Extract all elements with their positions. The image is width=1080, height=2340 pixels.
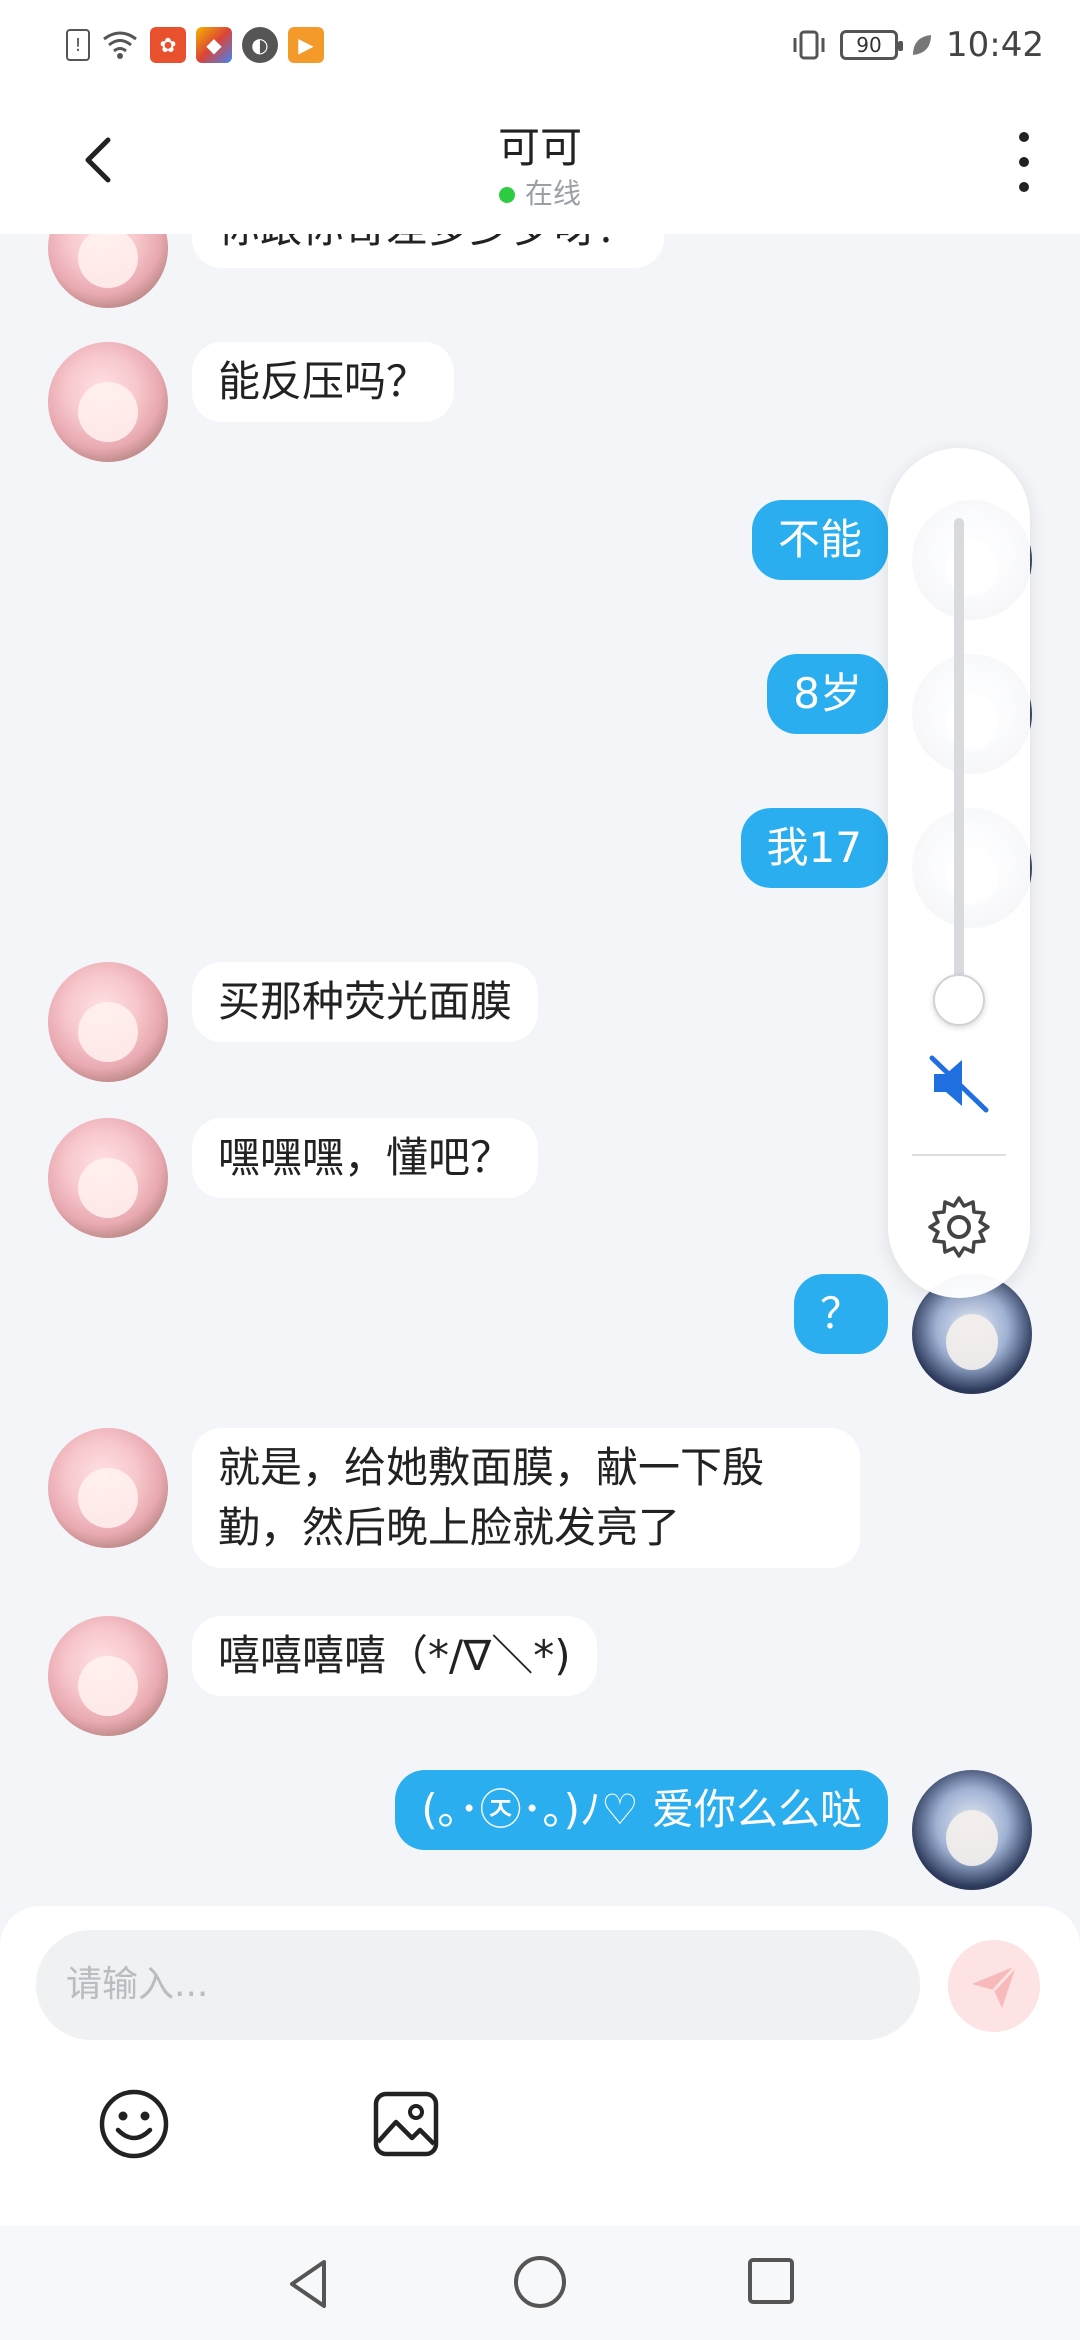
status-bar-system: 90 10:42: [790, 25, 1044, 65]
circle-home-icon: [514, 2256, 566, 2308]
nav-back-button[interactable]: [280, 2254, 340, 2314]
volume-panel: [888, 448, 1030, 1298]
sound-settings-button[interactable]: [926, 1194, 992, 1260]
message-row: (｡･㉨･｡)ﾉ♡ 爱你么么哒: [0, 1770, 1080, 1900]
message-bubble-received[interactable]: 买那种荧光面膜: [192, 962, 539, 1042]
contact-name: 可可: [497, 123, 582, 172]
send-icon: [972, 1964, 1018, 2008]
message-bubble-sent[interactable]: 8岁: [767, 654, 888, 734]
volume-panel-divider: [912, 1154, 1006, 1156]
contact-avatar[interactable]: [48, 1428, 168, 1548]
message-bubble-received[interactable]: 嘻嘻嘻嘻（*/∇＼*): [192, 1616, 597, 1696]
contact-avatar[interactable]: [48, 234, 168, 308]
chat-screen: ! ✿ ◆ ◐ ▶ 90 10:42 可可 在线 你跟你哥差多少岁呀？: [0, 0, 1080, 2340]
message-row: 你跟你哥差多少岁呀？: [0, 234, 1080, 318]
app-notification-icon: ◆: [196, 27, 232, 63]
online-dot: [498, 187, 515, 203]
app-notification-icon: ✿: [150, 27, 186, 63]
message-bubble-sent[interactable]: 不能: [751, 500, 888, 580]
message-bubble-received[interactable]: 你跟你哥差多少岁呀？: [192, 234, 665, 268]
message-input[interactable]: 请输入...: [36, 1930, 920, 2040]
nav-recents-button[interactable]: [742, 2252, 800, 2310]
message-bubble-sent[interactable]: (｡･㉨･｡)ﾉ♡ 爱你么么哒: [395, 1770, 888, 1850]
volume-slider-track[interactable]: [954, 518, 964, 998]
emoji-button[interactable]: [96, 2086, 172, 2162]
message-row: 就是，给她敷面膜，献一下殷勤，然后晚上脸就发亮了: [0, 1428, 1080, 1588]
mute-toggle-button[interactable]: [924, 1048, 994, 1118]
composer: 请输入...: [0, 1906, 1080, 2226]
message-row: 能反压吗？: [0, 342, 1080, 462]
chat-header: 可可 在线: [0, 90, 1080, 234]
contact-avatar[interactable]: [48, 1616, 168, 1736]
clock: 10:42: [946, 25, 1044, 65]
more-dot: [1019, 157, 1029, 167]
image-icon: [373, 2091, 439, 2157]
message-bubble-sent[interactable]: ？: [793, 1274, 888, 1354]
message-row: 嘻嘻嘻嘻（*/∇＼*): [0, 1616, 1080, 1736]
system-navigation-bar: [0, 2226, 1080, 2340]
smiley-icon: [99, 2089, 169, 2159]
online-status: 在线: [0, 172, 1080, 212]
browser-notification-icon: ◐: [242, 27, 278, 63]
triangle-back-icon: [290, 2260, 326, 2308]
message-bubble-sent[interactable]: 我17: [740, 808, 888, 888]
square-recents-icon: [748, 2258, 794, 2304]
battery-indicator: 90: [840, 30, 904, 60]
message-row: ？: [0, 1274, 1080, 1404]
more-dot: [1019, 182, 1029, 192]
volume-slider-thumb[interactable]: [933, 974, 985, 1026]
message-bubble-received[interactable]: 就是，给她敷面膜，献一下殷勤，然后晚上脸就发亮了: [192, 1428, 860, 1568]
status-bar: ! ✿ ◆ ◐ ▶ 90 10:42: [0, 0, 1080, 90]
vibrate-icon: [793, 30, 825, 60]
contact-avatar[interactable]: [48, 1118, 168, 1238]
more-options-button[interactable]: [1004, 132, 1044, 192]
image-picker-button[interactable]: [368, 2086, 444, 2162]
more-dot: [1019, 132, 1029, 142]
video-app-notification-icon: ▶: [288, 27, 324, 63]
speaker-muted-icon: [929, 1055, 989, 1113]
gear-icon: [928, 1196, 990, 1258]
contact-avatar[interactable]: [48, 962, 168, 1082]
contact-avatar[interactable]: [48, 342, 168, 462]
sim-alert-icon: !: [66, 29, 90, 61]
message-bubble-received[interactable]: 能反压吗？: [192, 342, 455, 422]
leaf-icon: [913, 35, 932, 55]
nav-home-button[interactable]: [510, 2252, 570, 2312]
message-bubble-received[interactable]: 嘿嘿嘿，懂吧？: [192, 1118, 539, 1198]
online-status-label: 在线: [524, 177, 581, 210]
wifi-icon: [103, 31, 137, 59]
status-bar-notifications: ! ✿ ◆ ◐ ▶: [66, 27, 324, 63]
user-avatar[interactable]: [912, 1770, 1032, 1890]
send-button[interactable]: [948, 1940, 1040, 2032]
